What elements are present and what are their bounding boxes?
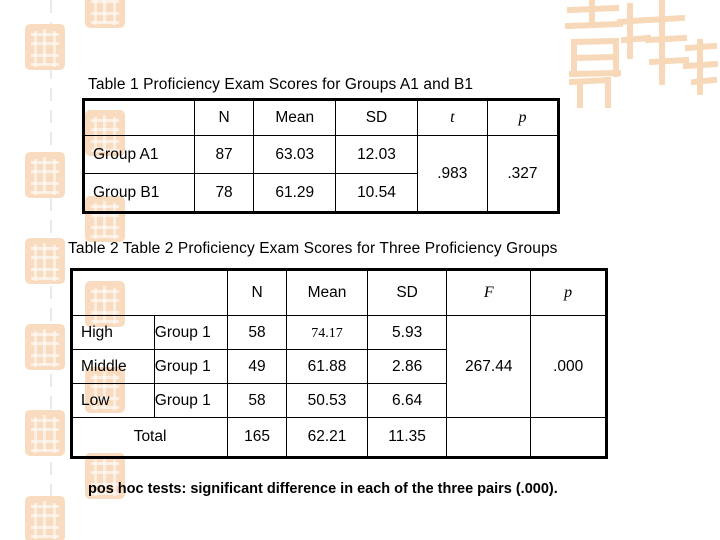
table2-header-sd: SD [367, 269, 448, 316]
table1-t-value: .983 [416, 135, 488, 213]
table2-header-blank [70, 269, 229, 316]
table2-row0-n: 58 [227, 315, 287, 350]
table1-proficiency-groups-a1-b1: N Mean SD t p Group A1 87 63.03 12.03 .9… [82, 98, 560, 214]
table-row: Group A1 87 63.03 12.03 .983 .327 [83, 135, 560, 213]
table2-p-value: .000 [530, 315, 607, 418]
table1-row1-sd: 10.54 [335, 173, 418, 213]
table2-header-n: N [227, 269, 287, 316]
table2-row2-sd: 6.64 [367, 383, 448, 418]
table2-header-row: N Mean SD F p [70, 269, 607, 316]
table-row: High Group 1 58 74.17 5.93 267.44 .000 [71, 315, 607, 418]
table1-header-p: p [486, 99, 560, 136]
table2-total-n: 165 [227, 417, 287, 458]
table2-proficiency-three-groups: N Mean SD F p High Group 1 58 74.17 5.93… [70, 268, 608, 459]
table2-row0-mean: 74.17 [285, 315, 369, 350]
table2-header-p-label: p [564, 284, 573, 301]
table1-row0-mean: 63.03 [253, 135, 337, 174]
table1-row1-mean: 61.29 [253, 173, 337, 213]
table2-header-f: F [446, 269, 532, 316]
table1-row0-sd: 12.03 [335, 135, 418, 174]
table2-header-p: p [530, 269, 607, 316]
table1-header-blank [83, 99, 195, 136]
table2-f-value: 267.44 [446, 315, 532, 418]
slide-canvas: Table 1 Proficiency Exam Scores for Grou… [0, 0, 720, 540]
table2-row1-level: Middle [71, 349, 155, 384]
table1-row0-label: Group A1 [83, 135, 195, 174]
table2-row1-group: Group 1 [154, 349, 229, 384]
table2-header-f-label: F [483, 284, 494, 301]
table2-total-p-empty [530, 417, 607, 458]
table2-total-f-empty [446, 417, 532, 458]
table1-row1-label: Group B1 [83, 173, 195, 213]
table1-header-n: N [193, 99, 255, 136]
table2-header-mean: Mean [285, 269, 369, 316]
table2-row0-mean-value: 74.17 [311, 325, 343, 341]
table2-row0-group: Group 1 [154, 315, 229, 350]
table1-header-sd: SD [335, 99, 418, 136]
table2-row0-sd: 5.93 [367, 315, 448, 350]
table1-row1-n: 78 [193, 173, 255, 213]
table2-row1-sd: 2.86 [367, 349, 448, 384]
post-hoc-footnote: pos hoc tests: significant difference in… [88, 481, 558, 497]
table1-header-p-label: p [518, 109, 527, 126]
table2-total-row: Total 165 62.21 11.35 [70, 417, 607, 458]
table1-header-mean: Mean [253, 99, 337, 136]
table2-total-label: Total [70, 417, 229, 458]
table2-row2-n: 58 [227, 383, 287, 418]
table1-header-t-label: t [450, 109, 455, 126]
table2-row0-level: High [71, 315, 155, 350]
table2-row2-level: Low [71, 383, 155, 418]
table2-row2-group: Group 1 [154, 383, 229, 418]
table1-p-value: .327 [486, 135, 560, 213]
table2-row1-mean: 61.88 [285, 349, 369, 384]
table2-row1-n: 49 [227, 349, 287, 384]
table2-row2-mean: 50.53 [285, 383, 369, 418]
table2-total-sd: 11.35 [367, 417, 448, 458]
table1-header-row: N Mean SD t p [83, 99, 560, 136]
table2-title: Table 2 Table 2 Proficiency Exam Scores … [68, 240, 558, 257]
table1-row0-n: 87 [193, 135, 255, 174]
slide-content: Table 1 Proficiency Exam Scores for Grou… [0, 0, 720, 540]
table1-title: Table 1 Proficiency Exam Scores for Grou… [88, 76, 474, 93]
table1-header-t: t [416, 99, 488, 136]
table2-total-mean: 62.21 [285, 417, 369, 458]
